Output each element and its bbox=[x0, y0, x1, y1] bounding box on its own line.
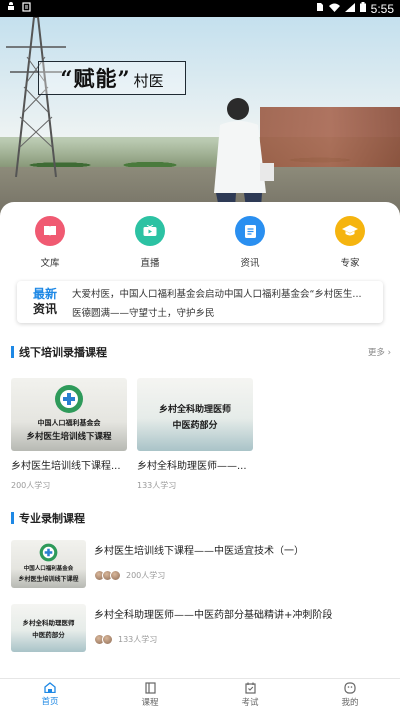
course-title: 乡村全科助理医师——中医药部分基础精讲+冲刺阶段 bbox=[94, 610, 333, 621]
list-item[interactable]: 中国人口福利基金会 乡村医生培训线下课程 乡村医生培训线下课程——中医适宜技术（… bbox=[11, 540, 391, 590]
status-time: 5:55 bbox=[370, 1, 394, 16]
course-thumbnail: 乡村全科助理医师 中医药部分 bbox=[137, 378, 253, 451]
news-badge-top: 最新 bbox=[32, 287, 57, 301]
news-lines: 大爱村医，中国人口福利基金会启动中国人口福利基金会“乡村医生... 医德圆满——… bbox=[72, 286, 361, 319]
category-library[interactable]: 文库 bbox=[0, 216, 100, 272]
category-row: 文库 直播 资讯 专家 bbox=[0, 216, 400, 272]
news-line[interactable]: 医德圆满——守望寸土，守护乡民 bbox=[72, 305, 361, 319]
chevron-right-icon: › bbox=[387, 348, 391, 358]
category-label: 文库 bbox=[40, 258, 60, 269]
course-icon bbox=[144, 681, 156, 694]
tab-home[interactable]: 首页 bbox=[0, 679, 100, 710]
offline-section-header: 线下培训录播课程 更多 › bbox=[11, 345, 391, 359]
expert-icon bbox=[335, 216, 365, 246]
news-line[interactable]: 大爱村医，中国人口福利基金会启动中国人口福利基金会“乡村医生... bbox=[72, 286, 361, 300]
tab-courses[interactable]: 课程 bbox=[100, 679, 200, 710]
category-news[interactable]: 资讯 bbox=[200, 216, 300, 272]
bottom-tab-bar: 首页 课程 考试 我的 bbox=[0, 678, 400, 710]
foundation-logo-icon bbox=[55, 385, 83, 413]
power-tower-illustration bbox=[6, 17, 66, 177]
notification-icon bbox=[22, 2, 31, 15]
exam-icon bbox=[244, 682, 256, 694]
more-link[interactable]: 更多 › bbox=[368, 346, 391, 358]
course-students: 200人学习 bbox=[11, 481, 51, 490]
thumb-line: 乡村全科助理医师 bbox=[158, 405, 231, 415]
foundation-logo-icon bbox=[39, 543, 58, 562]
tab-label: 课程 bbox=[141, 697, 159, 708]
news-ticker[interactable]: 最新 资讯 大爱村医，中国人口福利基金会启动中国人口福利基金会“乡村医生... … bbox=[17, 281, 383, 323]
thumb-line: 中医药部分 bbox=[172, 421, 218, 431]
home-icon bbox=[44, 682, 56, 693]
status-bar: 5:55 bbox=[0, 0, 400, 17]
thumb-line: 中医药部分 bbox=[32, 631, 65, 639]
hero-banner[interactable]: “赋能” 村医 bbox=[0, 17, 400, 217]
library-icon bbox=[35, 216, 65, 246]
course-title: 乡村医生培训线下课程... bbox=[11, 461, 121, 472]
offline-course-list: 中国人口福利基金会 乡村医生培训线下课程 乡村医生培训线下课程... 200人学… bbox=[11, 378, 391, 490]
wifi-icon bbox=[328, 2, 340, 15]
tab-label: 我的 bbox=[341, 697, 359, 708]
course-students: 133人学习 bbox=[137, 481, 177, 490]
thumb-line: 中国人口福利基金会 bbox=[37, 418, 101, 427]
avatar-group bbox=[94, 570, 121, 581]
hero-title-sub: 村医 bbox=[133, 71, 164, 90]
course-thumbnail: 中国人口福利基金会 乡村医生培训线下课程 bbox=[11, 378, 127, 451]
section-accent-bar bbox=[11, 346, 14, 358]
category-label: 资讯 bbox=[240, 258, 260, 269]
news-icon bbox=[235, 216, 265, 246]
section-title: 专业录制课程 bbox=[19, 512, 85, 525]
news-badge: 最新 资讯 bbox=[26, 287, 64, 317]
hero-title-main: “赋能” bbox=[60, 66, 131, 91]
course-thumbnail: 乡村全科助理医师 中医药部分 bbox=[11, 604, 86, 652]
section-accent-bar bbox=[11, 512, 14, 524]
list-body: 乡村全科助理医师——中医药部分基础精讲+冲刺阶段 133人学习 bbox=[94, 604, 332, 654]
category-label: 直播 bbox=[140, 258, 160, 269]
doctor-illustration bbox=[214, 98, 274, 217]
tab-label: 考试 bbox=[241, 697, 259, 708]
android-icon bbox=[6, 2, 16, 15]
tab-label: 首页 bbox=[41, 697, 59, 707]
hero-title-box: “赋能” 村医 bbox=[38, 61, 186, 95]
course-students: 133人学习 bbox=[118, 635, 158, 644]
course-title: 乡村医生培训线下课程——中医适宜技术（一） bbox=[94, 546, 304, 557]
course-card[interactable]: 中国人口福利基金会 乡村医生培训线下课程 乡村医生培训线下课程... 200人学… bbox=[11, 378, 127, 490]
course-students: 200人学习 bbox=[126, 571, 166, 580]
list-body: 乡村医生培训线下课程——中医适宜技术（一） 200人学习 bbox=[94, 540, 304, 590]
profile-icon bbox=[344, 681, 356, 694]
course-meta: 133人学习 bbox=[94, 634, 332, 645]
live-icon bbox=[135, 216, 165, 246]
battery-icon bbox=[359, 2, 366, 15]
thumb-line: 乡村全科助理医师 bbox=[22, 619, 75, 627]
tab-exam[interactable]: 考试 bbox=[200, 679, 300, 710]
sim-icon bbox=[316, 2, 324, 15]
avatar bbox=[110, 570, 121, 581]
avatar bbox=[102, 634, 113, 645]
course-card[interactable]: 乡村全科助理医师 中医药部分 乡村全科助理医师——... 133人学习 bbox=[137, 378, 253, 490]
avatar-group bbox=[94, 634, 113, 645]
thumb-line: 中国人口福利基金会 bbox=[23, 566, 74, 572]
list-item[interactable]: 乡村全科助理医师 中医药部分 乡村全科助理医师——中医药部分基础精讲+冲刺阶段 … bbox=[11, 604, 391, 654]
course-meta: 200人学习 bbox=[94, 570, 304, 581]
section-title: 线下培训录播课程 bbox=[19, 346, 107, 359]
news-badge-bottom: 资讯 bbox=[32, 302, 57, 316]
category-expert[interactable]: 专家 bbox=[300, 216, 400, 272]
pro-section-header: 专业录制课程 bbox=[11, 511, 391, 525]
thumb-line: 乡村医生培训线下课程 bbox=[18, 576, 79, 583]
course-thumbnail: 中国人口福利基金会 乡村医生培训线下课程 bbox=[11, 540, 86, 588]
more-label: 更多 bbox=[367, 348, 385, 358]
category-label: 专家 bbox=[340, 258, 360, 269]
thumb-line: 乡村医生培训线下课程 bbox=[26, 432, 112, 442]
signal-icon bbox=[344, 2, 355, 15]
tab-profile[interactable]: 我的 bbox=[300, 679, 400, 710]
course-title: 乡村全科助理医师——... bbox=[137, 461, 247, 472]
main-content: 文库 直播 资讯 专家 最新 资讯 大爱村医，中国人口福利基金会启动中国人口福利… bbox=[0, 202, 400, 678]
category-live[interactable]: 直播 bbox=[100, 216, 200, 272]
